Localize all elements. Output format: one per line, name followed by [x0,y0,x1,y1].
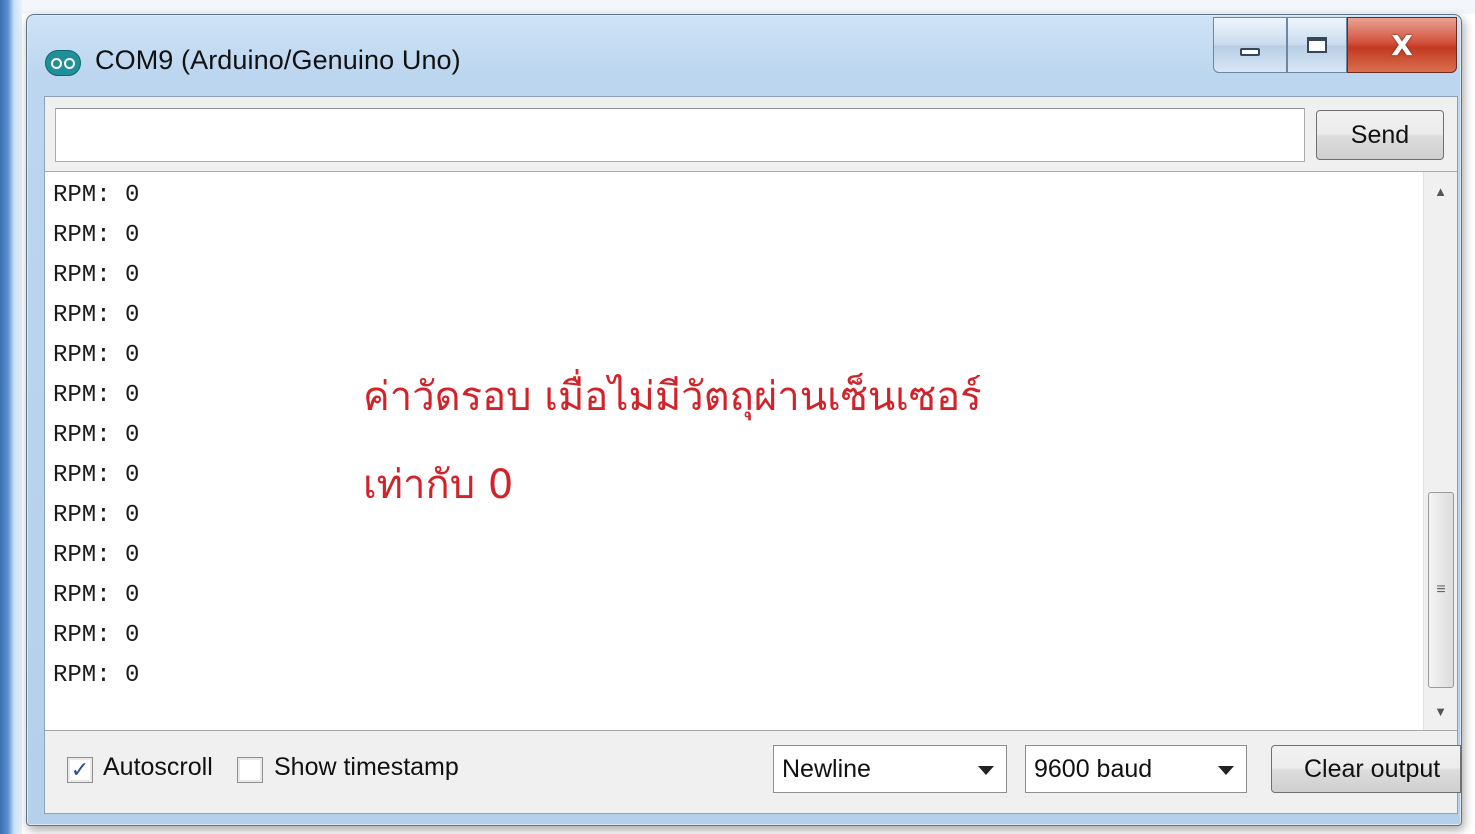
arduino-infinity-icon [45,50,81,76]
vertical-scrollbar[interactable]: ▲ ≡ ▼ [1423,172,1457,730]
output-line: RPM: 0 [53,422,140,449]
show-timestamp-checkbox[interactable] [237,757,263,783]
output-line: RPM: 0 [53,342,140,369]
desktop-edge [0,0,22,834]
serial-monitor-window: COM9 (Arduino/Genuino Uno) X Send RPM: 0… [26,14,1462,826]
minimize-button[interactable] [1213,17,1287,73]
output-line: RPM: 0 [53,462,140,489]
footer-bar: ✓ Autoscroll Show timestamp Newline 9600… [45,731,1461,815]
output-line: RPM: 0 [53,262,140,289]
minimize-icon [1240,48,1260,56]
annotation-text: ค่าวัดรอบ เมื่อไม่มีวัตถุผ่านเซ็นเซอร์ เ… [363,353,982,529]
serial-input[interactable] [55,108,1305,162]
autoscroll-checkbox[interactable]: ✓ [67,757,93,783]
clear-output-button[interactable]: Clear output [1271,745,1461,793]
autoscroll-label[interactable]: Autoscroll [103,753,213,782]
annotation-line-2: เท่ากับ 0 [363,462,514,508]
window-title: COM9 (Arduino/Genuino Uno) [95,45,461,75]
chevron-down-icon [978,766,994,775]
title-bar[interactable]: COM9 (Arduino/Genuino Uno) X [27,15,1461,97]
baud-rate-value: 9600 baud [1034,755,1153,783]
close-icon: X [1391,28,1413,62]
output-line: RPM: 0 [53,302,140,329]
line-ending-select[interactable]: Newline [773,745,1007,793]
close-button[interactable]: X [1347,17,1457,73]
checkmark-icon: ✓ [70,757,90,782]
maximize-button[interactable] [1287,17,1347,73]
desktop-background [22,0,1475,14]
annotation-line-1: ค่าวัดรอบ เมื่อไม่มีวัตถุผ่านเซ็นเซอร์ [363,374,982,420]
maximize-icon [1307,37,1327,53]
output-line: RPM: 0 [53,502,140,529]
client-area: Send RPM: 0 RPM: 0 RPM: 0 RPM: 0 RPM: 0 … [44,96,1461,815]
output-line: RPM: 0 [53,662,140,689]
scroll-down-arrow-icon[interactable]: ▼ [1424,696,1457,726]
output-line: RPM: 0 [53,542,140,569]
scroll-up-arrow-icon[interactable]: ▲ [1424,176,1457,206]
baud-rate-select[interactable]: 9600 baud [1025,745,1247,793]
scrollbar-thumb[interactable]: ≡ [1428,492,1454,688]
output-line: RPM: 0 [53,222,140,249]
grip-icon: ≡ [1436,581,1446,598]
line-ending-value: Newline [782,755,871,783]
output-line: RPM: 0 [53,182,140,209]
output-line: RPM: 0 [53,622,140,649]
serial-output[interactable]: RPM: 0 RPM: 0 RPM: 0 RPM: 0 RPM: 0 RPM: … [45,171,1457,731]
send-bar: Send [45,97,1457,171]
output-line: RPM: 0 [53,582,140,609]
output-line: RPM: 0 [53,382,140,409]
caption-buttons: X [1213,17,1457,73]
output-lines: RPM: 0 RPM: 0 RPM: 0 RPM: 0 RPM: 0 RPM: … [53,176,139,696]
chevron-down-icon [1218,766,1234,775]
show-timestamp-label[interactable]: Show timestamp [274,753,459,782]
send-button[interactable]: Send [1316,110,1444,160]
